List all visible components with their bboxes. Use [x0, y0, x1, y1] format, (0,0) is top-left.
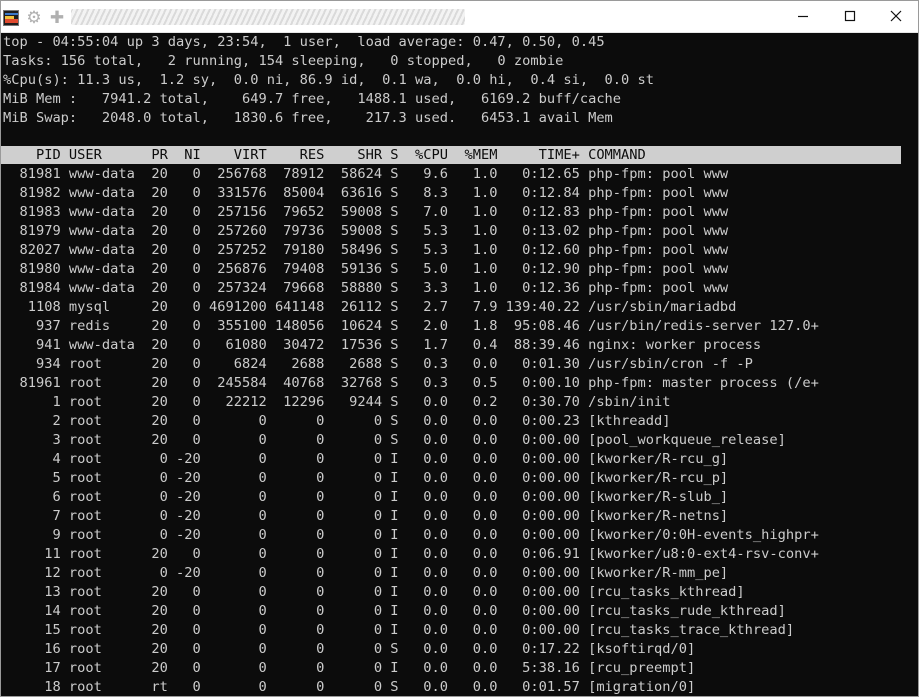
process-row: 81984 www-data 20 0 257324 79668 58880 S… [3, 280, 729, 296]
new-tab-plus-icon[interactable]: ✚ [48, 9, 66, 27]
process-row: 81980 www-data 20 0 256876 79408 59136 S… [3, 261, 729, 277]
table-header: PID USER PR NI VIRT RES SHR S %CPU %MEM … [3, 147, 646, 163]
process-row: 15 root 20 0 0 0 0 I 0.0 0.0 0:00.00 [rc… [3, 622, 795, 638]
process-row: 81981 www-data 20 0 256768 78912 58624 S… [3, 166, 729, 182]
process-row: 1108 mysql 20 0 4691200 641148 26112 S 2… [3, 299, 737, 315]
summary-cpu-line: %Cpu(s): 11.3 us, 1.2 sy, 0.0 ni, 86.9 i… [3, 72, 655, 88]
process-row: 82027 www-data 20 0 257252 79180 58496 S… [3, 242, 729, 258]
terminal-output[interactable]: top - 04:55:04 up 3 days, 23:54, 1 user,… [1, 33, 918, 696]
process-row: 1 root 20 0 22212 12296 9244 S 0.0 0.2 0… [3, 394, 671, 410]
process-row: 81982 www-data 20 0 331576 85004 63616 S… [3, 185, 729, 201]
process-row: 4 root 0 -20 0 0 0 I 0.0 0.0 0:00.00 [kw… [3, 451, 729, 467]
summary-uptime-line: top - 04:55:04 up 3 days, 23:54, 1 user,… [3, 34, 605, 50]
process-row: 12 root 0 -20 0 0 0 I 0.0 0.0 0:00.00 [k… [3, 565, 729, 581]
process-row: 2 root 20 0 0 0 0 S 0.0 0.0 0:00.23 [kth… [3, 413, 671, 429]
process-row: 5 root 0 -20 0 0 0 I 0.0 0.0 0:00.00 [kw… [3, 470, 729, 486]
minimize-button[interactable] [780, 1, 826, 31]
process-row: 937 redis 20 0 355100 148056 10624 S 2.0… [3, 318, 819, 334]
process-row: 11 root 20 0 0 0 0 I 0.0 0.0 0:06.91 [kw… [3, 546, 819, 562]
process-row: 18 root rt 0 0 0 0 S 0.0 0.0 0:01.57 [mi… [3, 679, 696, 695]
summary-mem-line: MiB Mem : 7941.2 total, 649.7 free, 1488… [3, 91, 622, 107]
maximize-icon [844, 10, 856, 22]
terminal-app-icon[interactable] [3, 10, 19, 26]
process-row: 6 root 0 -20 0 0 0 I 0.0 0.0 0:00.00 [kw… [3, 489, 729, 505]
process-row: 7 root 0 -20 0 0 0 I 0.0 0.0 0:00.00 [kw… [3, 508, 729, 524]
summary-tasks-line: Tasks: 156 total, 2 running, 154 sleepin… [3, 53, 564, 69]
process-row: 941 www-data 20 0 61080 30472 17536 S 1.… [3, 337, 762, 353]
process-row: 17 root 20 0 0 0 0 I 0.0 0.0 5:38.16 [rc… [3, 660, 696, 676]
terminal-window: ⚙ ✚ top - 04:55:04 up 3 days, 23:54, 1 u… [0, 0, 919, 697]
process-row: 3 root 20 0 0 0 0 S 0.0 0.0 0:00.00 [poo… [3, 432, 786, 448]
summary-swap-line: MiB Swap: 2048.0 total, 1830.6 free, 217… [3, 110, 613, 126]
process-row: 934 root 20 0 6824 2688 2688 S 0.3 0.0 0… [3, 356, 753, 372]
gear-icon[interactable]: ⚙ [25, 9, 43, 27]
scrollbar[interactable] [901, 33, 918, 696]
process-row: 81979 www-data 20 0 257260 79736 59008 S… [3, 223, 729, 239]
process-row: 13 root 20 0 0 0 0 I 0.0 0.0 0:00.00 [rc… [3, 584, 745, 600]
process-row: 9 root 0 -20 0 0 0 I 0.0 0.0 0:00.00 [kw… [3, 527, 819, 543]
process-row: 81961 root 20 0 245584 40768 32768 S 0.3… [3, 375, 819, 391]
close-icon [890, 10, 902, 22]
process-row: 16 root 20 0 0 0 0 S 0.0 0.0 0:17.22 [ks… [3, 641, 696, 657]
close-button[interactable] [873, 1, 918, 31]
maximize-button[interactable] [827, 1, 873, 31]
redacted-title [71, 9, 465, 25]
minimize-icon [798, 15, 808, 18]
process-row: 14 root 20 0 0 0 0 I 0.0 0.0 0:00.00 [rc… [3, 603, 786, 619]
process-row: 81983 www-data 20 0 257156 79652 59008 S… [3, 204, 729, 220]
title-bar[interactable]: ⚙ ✚ [1, 1, 918, 33]
